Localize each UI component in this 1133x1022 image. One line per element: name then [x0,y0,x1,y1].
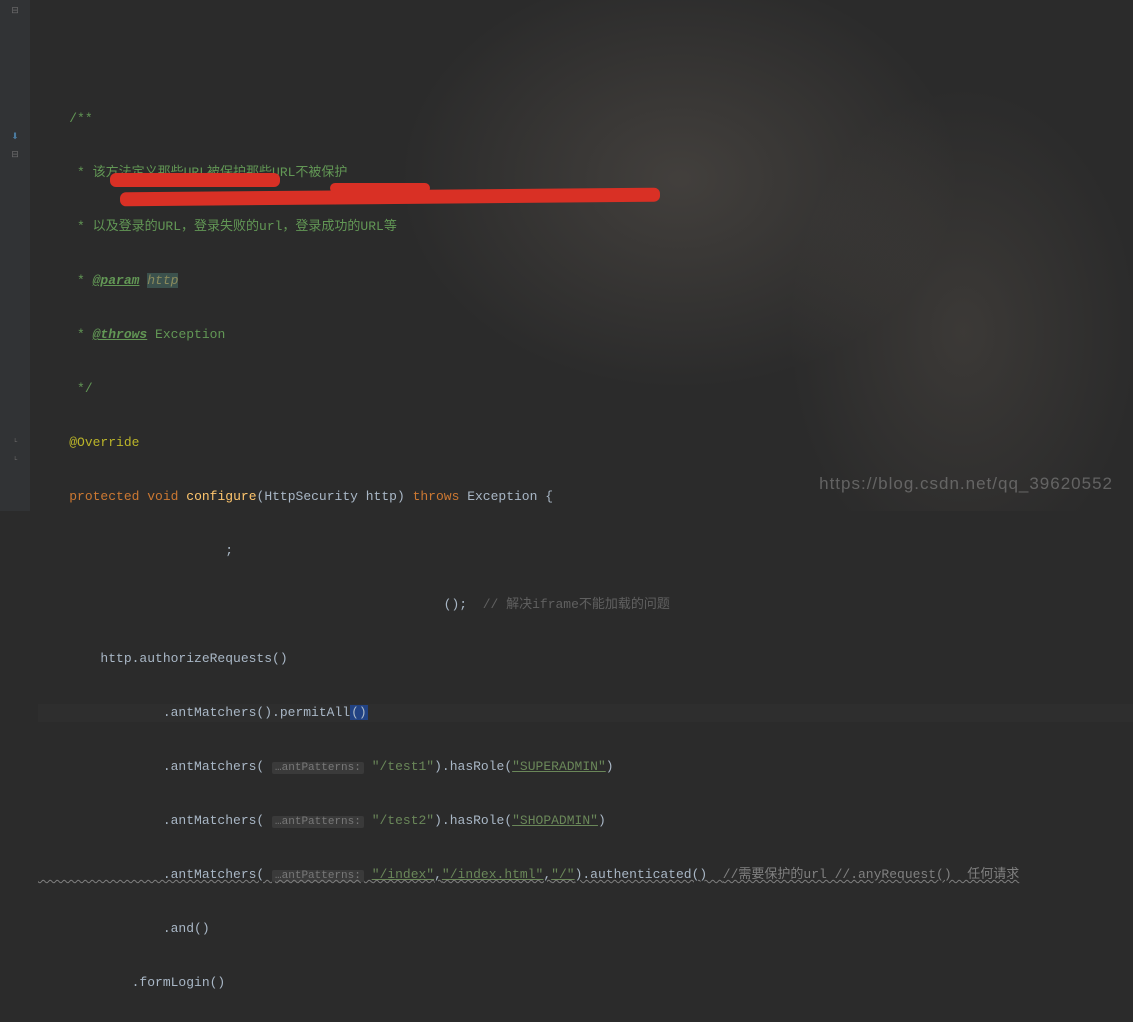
code-line: .formLogin() [38,975,225,990]
comment-iframe: // 解决iframe不能加载的问题 [483,597,670,612]
code-line: http.authorizeRequests() [38,651,288,666]
doc-throws-tag: @throws [93,327,148,342]
code-line: ) [598,813,606,828]
code-line: ).hasRole( [434,759,512,774]
kw-protected: protected [69,489,139,504]
fold-icon[interactable]: ⊟ [0,146,30,164]
param-hint: …antPatterns: [272,816,364,828]
code-line: .antMatchers( [38,759,272,774]
redaction-mark [330,183,430,193]
string-literal: "/index.html" [442,867,543,882]
string-literal: "SUPERADMIN" [512,759,606,774]
method-name: configure [186,489,256,504]
doc-open: /** [69,111,92,126]
param-hint: …antPatterns: [272,870,364,882]
code-line: .antMatchers().permitAll [38,705,350,720]
doc-param-name: http [147,273,178,288]
string-literal: "/test2" [372,813,434,828]
watermark-text: https://blog.csdn.net/qq_39620552 [819,475,1113,493]
kw-void: void [147,489,178,504]
code-area[interactable]: /** * 该方法定义那些URL被保护那些URL不被保护 * 以及登录的URL，… [30,0,1133,511]
doc-prefix: * [69,327,92,342]
code-line: .antMatchers( [38,813,272,828]
string-literal: "/index" [372,867,434,882]
string-literal: "/test1" [372,759,434,774]
fold-end-icon[interactable]: └ [0,452,30,470]
fold-end-icon[interactable]: └ [0,434,30,452]
doc-prefix: * [69,273,92,288]
code-line: .and() [38,921,210,936]
code-line: ) [606,759,614,774]
gutter: ⊟ ⬇ ⊟ └ └ [0,0,30,511]
brace: { [537,489,553,504]
code-editor[interactable]: ⊟ ⬇ ⊟ └ └ /** * 该方法定义那些URL被保护那些URL不被保护 [0,0,1133,511]
trail: (); [444,597,483,612]
redaction-mark [110,173,280,187]
doc-line: * 以及登录的URL，登录失败的url，登录成功的URL等 [69,219,397,234]
kw-throws: throws [405,489,467,504]
string-literal: "SHOPADMIN" [512,813,598,828]
doc-param-tag: @param [93,273,140,288]
semicolon: ; [225,543,233,558]
fold-icon[interactable]: ⊟ [0,2,30,20]
code-line: ).authenticated() [575,867,723,882]
override-icon[interactable]: ⬇ [0,128,30,146]
code-line: ).hasRole( [434,813,512,828]
code-line: .antMatchers( [38,867,272,882]
param-name: http [358,489,397,504]
comment-line: //需要保护的url //.anyRequest() 任何请求 [723,867,1019,882]
doc-close: */ [69,381,92,396]
param-hint: …antPatterns: [272,762,364,774]
string-literal: "/" [551,867,574,882]
caret-highlight: () [350,705,368,720]
annotation-override: @Override [69,435,139,450]
paren: ) [397,489,405,504]
doc-throws-name: Exception [147,327,225,342]
param-type: HttpSecurity [264,489,358,504]
exception-type: Exception [467,489,537,504]
